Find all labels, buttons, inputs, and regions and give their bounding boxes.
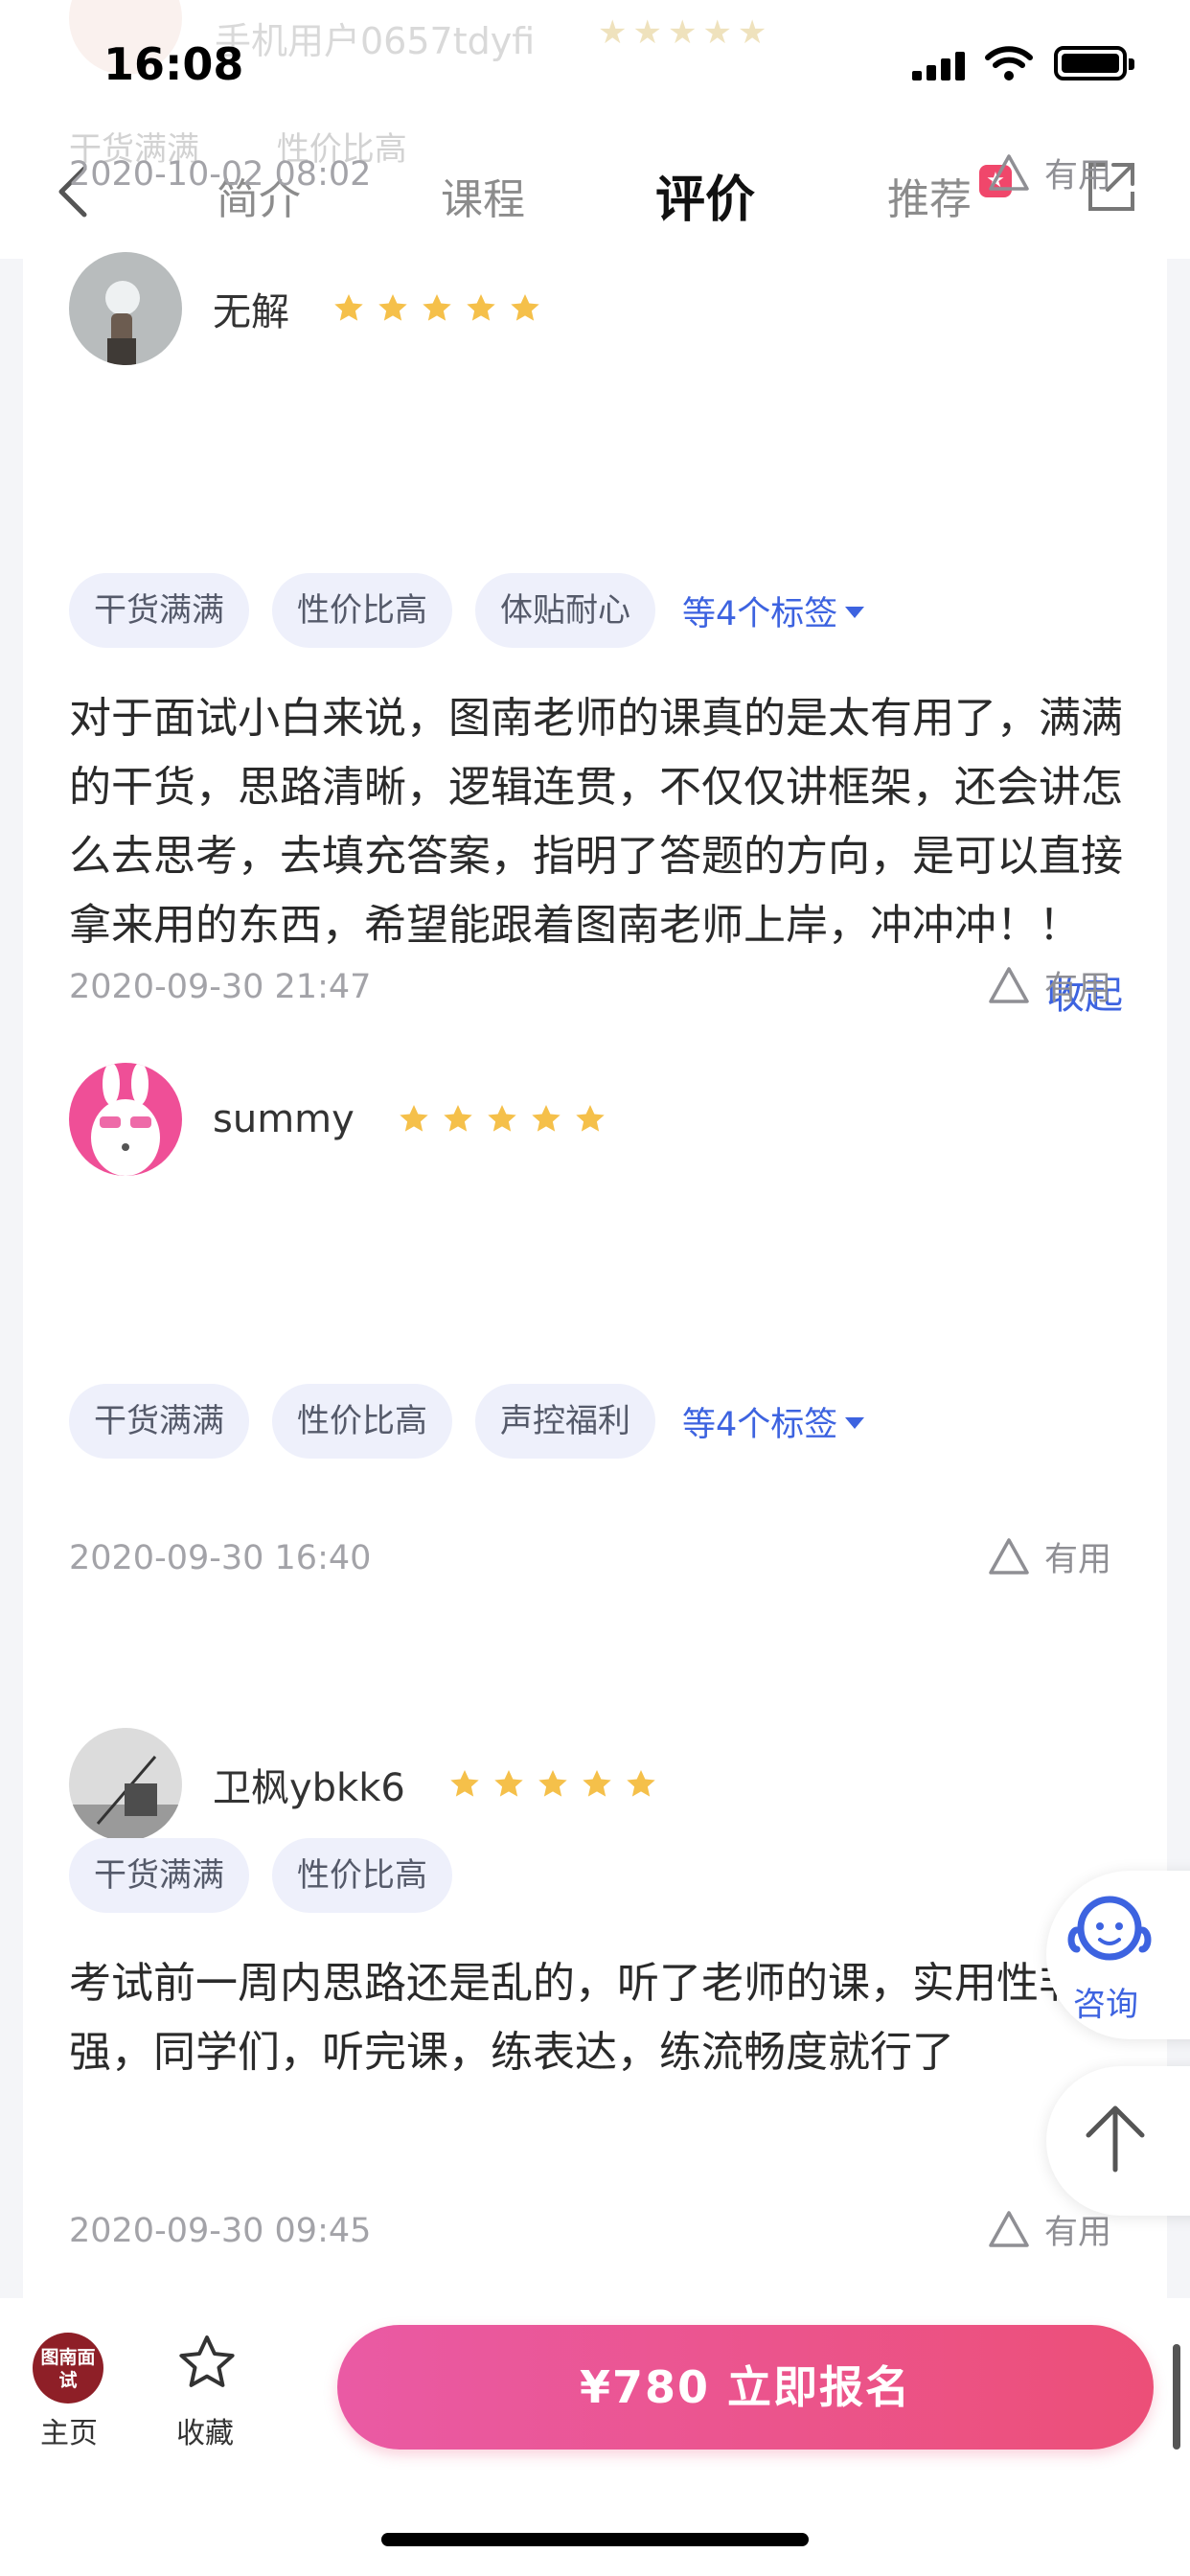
star-icon <box>444 1105 472 1132</box>
rating-stars <box>397 1102 607 1137</box>
star-icon <box>467 294 495 321</box>
tag: 性价比高 <box>272 1838 452 1913</box>
rating-stars <box>332 291 542 326</box>
review-page: 手机用户0657tdyfi ★★★★★ 干货满满 性价比高 16:08 简介 课… <box>0 0 1190 2576</box>
reviewer-name: 卫枫ybkk6 <box>213 1766 405 1810</box>
useful-label: 有用 <box>1043 969 1111 1008</box>
review-list: 2020-10-02 08:02 有用 无解 干货满满 性价比高 体贴耐心 等4… <box>23 154 1167 2298</box>
review-tags: 干货满满 性价比高 <box>69 1838 1142 1913</box>
review-text: 考试前一周内思路还是乱的，听了老师的课，实用性非常强，同学们，听完课，练表达，练… <box>69 1959 1123 2077</box>
star-icon <box>538 1770 567 1797</box>
arrow-up-icon <box>1086 2105 1145 2173</box>
reviewer-row <box>69 1514 1142 1629</box>
back-to-top-button[interactable] <box>1046 2066 1190 2216</box>
star-icon <box>576 1105 605 1132</box>
home-indicator <box>381 2533 809 2546</box>
star-icon <box>378 294 407 321</box>
caret-down-icon <box>845 1417 865 1429</box>
star-outline-icon[interactable] <box>174 2331 240 2396</box>
useful-icon <box>989 967 1029 1003</box>
more-tags-toggle[interactable]: 等4个标签 <box>682 1397 865 1446</box>
star-icon <box>511 294 539 321</box>
star-icon <box>494 1770 523 1797</box>
tag: 干货满满 <box>69 573 249 648</box>
tag: 干货满满 <box>69 1384 249 1459</box>
scrollbar[interactable] <box>1173 2344 1180 2450</box>
review-tags: 干货满满 性价比高 体贴耐心 等4个标签 <box>69 573 1142 648</box>
review-meta: 2020-09-30 21:47 有用 <box>69 967 1142 1014</box>
reviewer-row: 无解 <box>69 251 1142 366</box>
reviewer-name: summy <box>213 1097 355 1141</box>
more-tags-toggle[interactable]: 等4个标签 <box>682 586 865 635</box>
wifi-icon <box>985 46 1033 80</box>
status-time: 16:08 <box>103 38 244 90</box>
reviewer-row: summy <box>69 1062 1142 1177</box>
favorite-label[interactable]: 收藏 <box>176 2409 234 2451</box>
home-label[interactable]: 主页 <box>40 2409 98 2451</box>
tag: 性价比高 <box>272 573 452 648</box>
star-icon <box>450 1770 479 1797</box>
review-date: 2020-09-30 21:47 <box>69 968 372 1006</box>
battery-icon <box>1054 46 1134 80</box>
useful-label: 有用 <box>1043 156 1111 196</box>
rating-stars <box>447 1767 658 1802</box>
useful-button[interactable]: 有用 <box>987 150 1111 196</box>
star-icon <box>423 294 451 321</box>
caret-down-icon <box>845 607 865 618</box>
tag: 声控福利 <box>475 1384 655 1459</box>
review-date: 2020-10-02 08:02 <box>69 155 372 194</box>
star-icon <box>532 1105 561 1132</box>
star-icon <box>400 1105 428 1132</box>
review-meta: 2020-10-02 08:02 有用 <box>69 154 1142 201</box>
more-tags-label: 等4个标签 <box>682 594 838 633</box>
tag: 体贴耐心 <box>475 573 655 648</box>
star-icon <box>627 1770 655 1797</box>
review-text: 对于面试小白来说，图南老师的课真的是太有用了，满满的干货，思路清晰，逻辑连贯，不… <box>69 694 1123 950</box>
avatar[interactable] <box>69 252 182 365</box>
avatar[interactable] <box>69 1728 182 1841</box>
star-icon <box>334 294 363 321</box>
star-icon <box>583 1770 611 1797</box>
review-tags: 干货满满 性价比高 声控福利 等4个标签 <box>69 1384 1142 1459</box>
cellular-signal-icon <box>912 52 966 80</box>
useful-icon <box>989 2211 1029 2247</box>
reviewer-row: 卫枫ybkk6 <box>69 1727 1142 1842</box>
useful-icon <box>989 154 1029 191</box>
avatar[interactable] <box>69 1063 182 1176</box>
customer-service-icon <box>1067 1896 1152 1961</box>
useful-button[interactable]: 有用 <box>987 962 1111 1008</box>
tag: 性价比高 <box>272 1384 452 1459</box>
consult-label: 咨询 <box>1073 1986 1138 2024</box>
tag: 干货满满 <box>69 1838 249 1913</box>
review-date: 2020-09-30 09:45 <box>69 2212 372 2250</box>
more-tags-label: 等4个标签 <box>682 1405 838 1444</box>
enroll-button[interactable]: ¥780 立即报名 <box>337 2325 1154 2450</box>
brand-logo-icon[interactable]: 图南面试 <box>33 2333 103 2404</box>
star-icon <box>488 1105 516 1132</box>
useful-button[interactable]: 有用 <box>987 2206 1111 2252</box>
reviewer-name: 无解 <box>213 290 289 334</box>
status-bar: 16:08 <box>0 0 1190 126</box>
review-meta: 2020-09-30 09:45 有用 <box>69 2211 1142 2258</box>
